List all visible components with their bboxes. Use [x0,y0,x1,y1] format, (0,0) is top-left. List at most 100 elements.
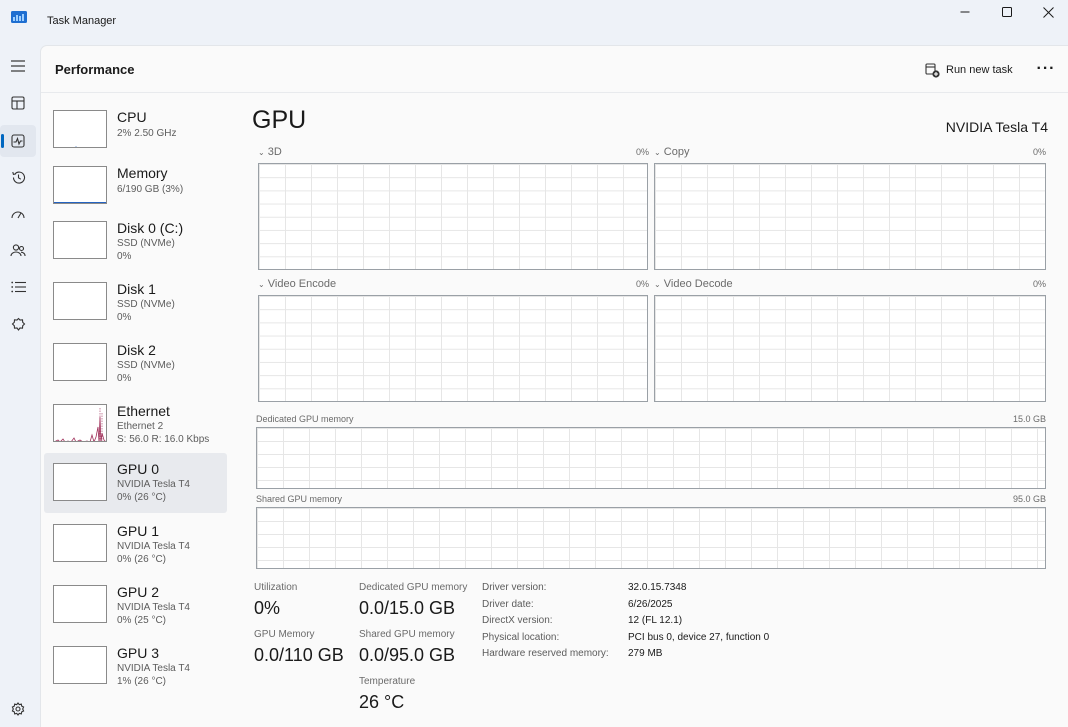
driver-date-key: Driver date: [482,599,534,610]
startup-apps-icon [11,211,25,219]
device-gpu-1[interactable]: GPU 1 NVIDIA Tesla T4 0% (26 °C) [44,516,227,576]
device-detail: NVIDIA Tesla T4 [117,663,190,674]
hamburger-menu-icon [11,60,25,72]
engine-label: Copy [663,146,690,158]
engine-max-percent: 0% [635,147,649,157]
chevron-down-icon: ⌄ [258,280,265,289]
page-title: Performance [55,62,135,77]
shared-memory-graph [256,507,1046,569]
device-gpu-0[interactable]: GPU 0 NVIDIA Tesla T4 0% (26 °C) [44,453,227,513]
more-options-button[interactable]: ··· [1033,58,1059,80]
device-name: Memory [117,165,168,181]
nav-startup-apps[interactable] [0,198,36,230]
disk2-thumbnail-graph [53,343,107,381]
close-icon [1042,6,1054,18]
device-usage: 0% (25 °C) [117,615,167,626]
dedicated-memory-label: Dedicated GPU memory [256,414,354,424]
minimize-icon [960,11,970,13]
directx-version-value: 12 (FL 12.1) [628,615,683,626]
app-history-icon [11,171,25,184]
device-detail: NVIDIA Tesla T4 [117,602,190,613]
device-name: GPU 2 [117,584,160,600]
header-divider [41,92,1068,93]
gpu-model-name: NVIDIA Tesla T4 [945,119,1048,135]
device-usage: 0% [117,312,132,323]
nav-processes[interactable] [0,87,36,119]
shared-gpu-memory-label: Shared GPU memory [359,629,455,640]
run-new-task-label: Run new task [946,64,1013,76]
minimize-button[interactable] [944,0,986,24]
device-cpu[interactable]: CPU 2% 2.50 GHz [44,102,227,162]
memory-thumbnail-graph [53,166,107,204]
utilization-label: Utilization [254,582,298,593]
device-memory[interactable]: Memory 6/190 GB (3%) [44,158,227,218]
run-new-task-button[interactable]: Run new task [925,59,1013,81]
utilization-value: 0% [254,598,281,618]
engine-selector-3d[interactable]: ⌄ 3D [258,146,282,158]
driver-version-key: Driver version: [482,582,547,593]
nav-performance[interactable] [0,125,36,157]
title-bar: Task Manager [0,0,1068,44]
device-usage: 0% (26 °C) [117,492,167,503]
engine-graph-video-decode [654,295,1046,402]
engine-graph-3d [258,163,648,270]
device-disk-1[interactable]: Disk 1 SSD (NVMe) 0% [44,274,227,334]
engine-max-percent: 0% [1032,279,1046,289]
device-gpu-3[interactable]: GPU 3 NVIDIA Tesla T4 1% (26 °C) [44,638,227,698]
processes-icon [11,96,25,110]
engine-label: Video Decode [663,278,733,290]
maximize-icon [1002,7,1012,17]
engine-max-percent: 0% [1032,147,1046,157]
main-panel: Performance Run new task ··· CPU 2% 2.50… [40,45,1068,727]
chevron-down-icon: ⌄ [258,148,265,157]
gpu0-thumbnail-graph [53,463,107,501]
shared-memory-max: 95.0 GB [1012,494,1046,504]
device-usage: 0% (26 °C) [117,554,167,565]
dedicated-memory-max: 15.0 GB [1012,414,1046,424]
device-ethernet[interactable]: Ethernet Ethernet 2 S: 56.0 R: 16.0 Kbps [44,396,227,456]
disk0-thumbnail-graph [53,221,107,259]
device-usage: 0% [117,251,132,262]
dedicated-memory-graph [256,427,1046,489]
gpu1-thumbnail-graph [53,524,107,562]
nav-menu-button[interactable] [0,50,36,82]
driver-version-value: 32.0.15.7348 [628,582,687,593]
nav-settings[interactable] [0,693,36,725]
ethernet-thumbnail-graph [53,404,107,442]
close-button[interactable] [1027,0,1068,24]
device-throughput: S: 56.0 R: 16.0 Kbps [117,434,210,445]
active-indicator [1,134,4,148]
dedicated-gpu-memory-value: 0.0/15.0 GB [359,598,456,618]
hardware-reserved-memory-value: 279 MB [628,648,663,659]
device-disk-2[interactable]: Disk 2 SSD (NVMe) 0% [44,335,227,395]
engine-selector-video-encode[interactable]: ⌄ Video Encode [258,278,336,290]
nav-users[interactable] [0,234,36,266]
device-name: GPU 0 [117,461,160,477]
device-detail: SSD (NVMe) [117,360,175,371]
device-gpu-2[interactable]: GPU 2 NVIDIA Tesla T4 0% (25 °C) [44,577,227,637]
physical-location-key: Physical location: [482,632,560,643]
detail-title: GPU [252,106,307,134]
device-name: CPU [117,109,147,125]
settings-icon [11,702,25,716]
device-detail: Ethernet 2 [117,421,164,432]
disk1-thumbnail-graph [53,282,107,320]
engine-selector-video-decode[interactable]: ⌄ Video Decode [654,278,733,290]
run-new-task-icon [925,62,940,78]
maximize-button[interactable] [986,0,1028,24]
nav-details[interactable] [0,271,36,303]
temperature-value: 26 °C [359,692,405,712]
device-detail: SSD (NVMe) [117,299,175,310]
directx-version-key: DirectX version: [482,615,553,626]
device-detail: 6/190 GB (3%) [117,184,184,195]
nav-app-history[interactable] [0,161,36,193]
services-icon [11,317,25,331]
engine-max-percent: 0% [635,279,649,289]
device-detail: NVIDIA Tesla T4 [117,541,190,552]
device-usage: 1% (26 °C) [117,676,167,687]
device-detail: SSD (NVMe) [117,238,175,249]
device-disk-0[interactable]: Disk 0 (C:) SSD (NVMe) 0% [44,213,227,273]
engine-label: 3D [267,146,282,158]
nav-services[interactable] [0,308,36,340]
engine-selector-copy[interactable]: ⌄ Copy [654,146,689,158]
